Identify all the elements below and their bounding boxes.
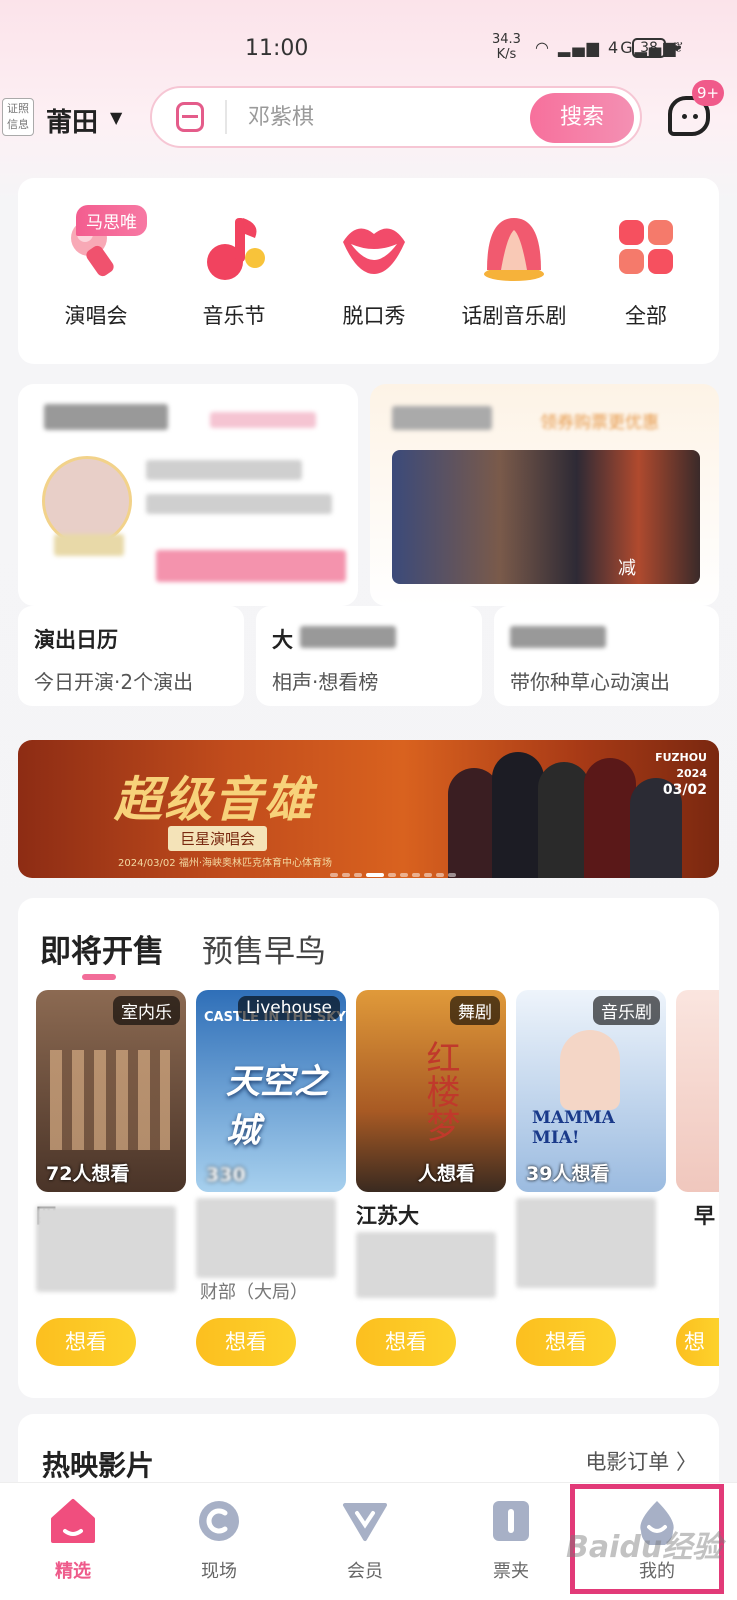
search-button[interactable]: 搜索 [530, 93, 634, 143]
banner-date-line: 2024/03/02 福州·海峡奥林匹克体育中心体育场 [118, 858, 332, 869]
blurred-title [392, 406, 492, 430]
city-selector[interactable]: 莆田 [46, 102, 98, 139]
ticket-icon [487, 1497, 535, 1545]
blurred-text [146, 494, 332, 514]
search-bar[interactable]: 邓紫棋 搜索 [150, 86, 642, 148]
nav-tickets[interactable]: 票夹 [466, 1497, 556, 1583]
blurred-text [146, 460, 302, 480]
category-drama-musical[interactable]: 话剧音乐剧 [454, 212, 574, 330]
category-talk-show[interactable]: 脱口秀 [314, 212, 434, 330]
want-button[interactable]: 想看 [196, 1318, 296, 1366]
leaf-icon: ❦ [672, 40, 684, 56]
nav-vip[interactable]: 会员 [320, 1497, 410, 1583]
want-button[interactable]: 想看 [516, 1318, 616, 1366]
event-poster[interactable] [676, 990, 719, 1192]
battery-icon: 38 [632, 38, 666, 58]
ranking-entry[interactable]: 大 相声·想看榜 [256, 606, 482, 706]
event-poster[interactable]: MAMMA MIA! 音乐剧 39人想看 [516, 990, 666, 1192]
network-speed: 34.3 K/s [492, 32, 521, 62]
blurred-button[interactable] [156, 550, 346, 582]
want-button[interactable]: 想 [676, 1318, 719, 1366]
chevron-right-icon: 〉 [676, 1450, 697, 1474]
section-title: 热映影片 [42, 1449, 155, 1482]
home-icon [49, 1497, 97, 1545]
blurred-title [44, 404, 168, 430]
license-info-button[interactable]: 证照信息 [2, 98, 34, 136]
blurred-label [54, 534, 124, 556]
want-button[interactable]: 想看 [356, 1318, 456, 1366]
recommend-entry[interactable]: 带你种草心动演出 [494, 606, 719, 706]
scan-icon[interactable] [176, 102, 204, 132]
divider [225, 100, 227, 134]
banner-subtitle: 巨星演唱会 [168, 826, 268, 851]
caret-down-icon[interactable]: ▼ [110, 108, 122, 127]
status-time: 11:00 [245, 36, 309, 61]
banner-title: 超级音雄 [114, 772, 315, 828]
tab-indicator [82, 974, 116, 980]
event-poster[interactable]: 室内乐 72人想看 [36, 990, 186, 1192]
movie-orders-link[interactable]: 电影订单 〉 [585, 1446, 697, 1476]
live-icon [195, 1497, 243, 1545]
carousel-dots [330, 862, 460, 877]
theater-icon [479, 212, 549, 282]
tab-presale[interactable]: 预售早鸟 [202, 926, 326, 971]
watermark: Baidu经验 [566, 1530, 723, 1565]
tab-on-sale-soon[interactable]: 即将开售 [40, 926, 164, 971]
show-calendar-entry[interactable]: 演出日历 今日开演·2个演出 [18, 606, 244, 706]
avatar [42, 456, 132, 546]
blurred-text [210, 412, 316, 428]
category-tag: 马思唯 [76, 205, 147, 236]
want-button[interactable]: 想看 [36, 1318, 136, 1366]
promo-snippet: 领券购票更优惠 [540, 413, 659, 433]
event-poster[interactable]: CASTLE IN THE SKY 天空之城 Livehouse 330 [196, 990, 346, 1192]
promo-poster-strip: 减 [392, 450, 700, 584]
category-all[interactable]: 全部 [586, 212, 706, 330]
search-input[interactable]: 邓紫棋 [248, 100, 314, 136]
vip-icon [341, 1497, 389, 1545]
banner-city: FUZHOU 2024 03/02 [655, 751, 707, 798]
music-note-icon [199, 212, 269, 282]
status-bar: 11:00 34.3 K/s ◠ ▂▄▆ 4G▂▄▆ 38 ❦ [0, 0, 737, 80]
concert-banner[interactable]: 超级音雄 巨星演唱会 2024/03/02 福州·海峡奥林匹克体育中心体育场 F… [18, 740, 719, 878]
sales-section: 即将开售 预售早鸟 室内乐 72人想看 CASTLE IN THE SKY 天空… [18, 898, 719, 1398]
nav-featured[interactable]: 精选 [28, 1497, 118, 1583]
grid-icon [611, 212, 681, 282]
event-poster[interactable]: 红楼梦 舞剧 人想看 [356, 990, 506, 1192]
category-music-festival[interactable]: 音乐节 [174, 212, 294, 330]
message-badge: 9+ [692, 80, 725, 106]
nav-live[interactable]: 现场 [174, 1497, 264, 1583]
lips-icon [339, 212, 409, 282]
